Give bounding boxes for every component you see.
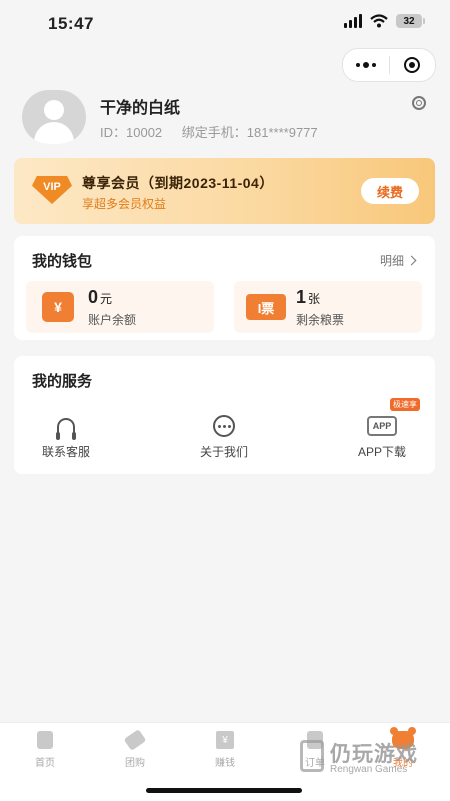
miniprogram-capsule	[342, 48, 436, 82]
service-label: 关于我们	[199, 445, 248, 459]
ticket-icon: I票	[246, 294, 286, 320]
wallet-yen-icon: ¥	[42, 292, 74, 322]
wallet-title: 我的钱包	[32, 253, 93, 270]
tab-home[interactable]: 首页	[15, 729, 75, 769]
tab-label: 首页	[35, 758, 55, 769]
wallet-detail-label: 明细	[379, 254, 404, 268]
user-id: ID：10002	[100, 125, 163, 140]
balance-value-row: 0元	[88, 287, 112, 308]
tab-earn[interactable]: ¥ 赚钱	[195, 729, 255, 769]
home-utensils-icon	[37, 731, 53, 749]
settings-gear-icon[interactable]	[412, 96, 426, 110]
speed-tag-badge: 极速享	[390, 398, 420, 411]
book-icon: ¥	[216, 731, 234, 749]
headset-icon	[56, 418, 76, 440]
service-contact-support[interactable]: 联系客服	[16, 412, 116, 460]
target-icon	[404, 57, 421, 73]
user-meta: ID：10002 绑定手机：181****9777	[100, 122, 334, 141]
bound-phone: 绑定手机：181****9777	[181, 125, 318, 140]
vip-diamond-icon: VIP	[32, 176, 72, 206]
services-title: 我的服务	[32, 373, 93, 390]
avatar[interactable]	[22, 90, 86, 144]
tickets-unit: 张	[308, 292, 321, 306]
service-app-download[interactable]: APP 极速享 APP下载	[332, 398, 432, 460]
tag-icon	[123, 729, 147, 751]
profile-header: 干净的白纸 ID：10002 绑定手机：181****9777	[22, 90, 432, 146]
balance-item[interactable]: ¥ 0元 账户余额	[26, 281, 214, 333]
battery-icon: 32	[396, 14, 425, 28]
service-label: 联系客服	[41, 445, 90, 459]
service-label: APP下载	[357, 445, 406, 459]
chevron-right-icon	[406, 255, 417, 266]
signal-icon	[344, 14, 362, 28]
tab-label: 赚钱	[215, 758, 235, 769]
tab-groupbuy[interactable]: 团购	[105, 729, 165, 769]
tab-label: 团购	[125, 758, 145, 769]
balance-value: 0	[88, 287, 99, 307]
vip-subtitle: 享超多会员权益	[82, 197, 167, 211]
status-bar: 15:47 32	[0, 0, 450, 44]
wallet-card: 我的钱包 明细 ¥ 0元 账户余额 I票 1张 剩余粮票	[14, 236, 435, 340]
tickets-label: 剩余粮票	[296, 313, 345, 327]
status-icons: 32	[344, 14, 425, 28]
wallet-detail-link[interactable]: 明细	[379, 252, 417, 269]
more-dots-icon	[355, 62, 376, 68]
balance-unit: 元	[100, 292, 113, 306]
balance-label: 账户余额	[88, 313, 137, 327]
watermark-logo-icon	[300, 740, 324, 772]
vip-title: 尊享会员（到期2023-11-04）	[82, 175, 274, 191]
username: 干净的白纸	[100, 100, 181, 117]
services-card: 我的服务 联系客服 关于我们 APP 极速享 APP下载	[14, 356, 435, 474]
tickets-item[interactable]: I票 1张 剩余粮票	[234, 281, 422, 333]
more-circle-icon	[213, 415, 235, 437]
status-time: 15:47	[48, 14, 94, 33]
home-indicator	[146, 788, 302, 793]
service-about-us[interactable]: 关于我们	[174, 412, 274, 460]
renew-button[interactable]: 续费	[361, 178, 419, 204]
wifi-icon	[370, 14, 388, 28]
watermark-subtitle: Rengwan Games	[330, 764, 408, 775]
tickets-value-row: 1张	[296, 287, 320, 308]
more-button[interactable]	[343, 49, 389, 81]
watermark: 仍玩游戏 Rengwan Games	[300, 736, 440, 780]
vip-card[interactable]: VIP 尊享会员（到期2023-11-04） 享超多会员权益 续费	[14, 158, 435, 224]
app-icon: APP	[367, 416, 397, 436]
close-miniprogram-button[interactable]	[390, 49, 436, 81]
tickets-value: 1	[296, 287, 307, 307]
